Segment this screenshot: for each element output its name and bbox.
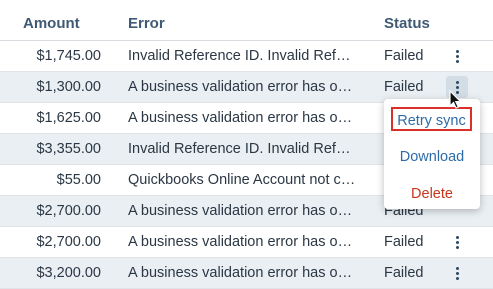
error-cell: A business validation error has occurred: [128, 203, 356, 219]
amount-cell: $1,625.00: [36, 110, 101, 126]
error-cell: Invalid Reference ID. Invalid Reference …: [128, 48, 356, 64]
error-cell: Quickbooks Online Account not connected: [128, 172, 356, 188]
row-actions-kebab-icon[interactable]: [446, 262, 468, 284]
status-cell: Failed: [384, 265, 424, 281]
amount-cell: $2,700.00: [36, 234, 101, 250]
error-cell: A business validation error has occurred: [128, 110, 356, 126]
error-cell: Invalid Reference ID. Invalid Reference …: [128, 141, 356, 157]
delete-menu-item[interactable]: Delete: [384, 184, 480, 204]
amount-cell: $1,300.00: [36, 79, 101, 95]
amount-cell: $3,355.00: [36, 141, 101, 157]
error-cell: A business validation error has occurred: [128, 79, 356, 95]
row-actions-kebab-icon[interactable]: [446, 45, 468, 67]
status-cell: Failed: [384, 79, 424, 95]
download-menu-item[interactable]: Download: [384, 147, 480, 167]
status-cell: Failed: [384, 48, 424, 64]
error-cell: A business validation error has occurred: [128, 234, 356, 250]
status-cell: Failed: [384, 234, 424, 250]
table-header: Amount Error Status: [0, 0, 493, 41]
retry-sync-menu-item[interactable]: Retry sync: [391, 107, 472, 131]
status-column-header[interactable]: Status: [384, 15, 430, 32]
amount-cell: $2,700.00: [36, 203, 101, 219]
amount-cell: $3,200.00: [36, 265, 101, 281]
amount-cell: $55.00: [56, 172, 101, 188]
row-actions-menu: Retry sync Download Delete: [384, 99, 480, 209]
amount-column-header[interactable]: Amount: [23, 15, 80, 32]
error-cell: A business validation error has occurred: [128, 265, 356, 281]
table-row[interactable]: $1,745.00 Invalid Reference ID. Invalid …: [0, 41, 493, 72]
error-column-header[interactable]: Error: [128, 15, 165, 32]
mouse-pointer-icon: [449, 90, 462, 109]
row-actions-kebab-icon[interactable]: [446, 231, 468, 253]
amount-cell: $1,745.00: [36, 48, 101, 64]
table-row[interactable]: $2,700.00 A business validation error ha…: [0, 227, 493, 258]
